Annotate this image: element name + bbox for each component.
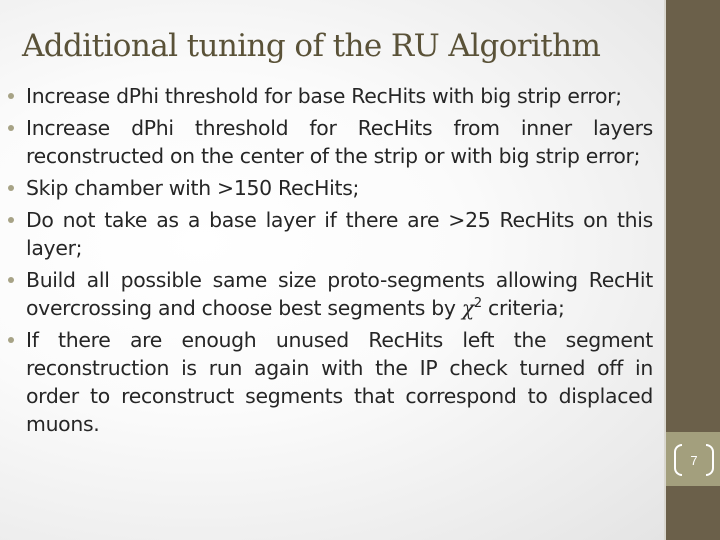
bullet-text: Increase dPhi threshold for base RecHits… [26, 84, 622, 108]
bullet-item: If there are enough unused RecHits left … [8, 326, 653, 438]
bullet-item: Do not take as a base layer if there are… [8, 206, 653, 262]
bullet-icon [8, 217, 14, 223]
page-number-badge: 7 [670, 443, 718, 477]
bullet-item: Increase dPhi threshold for RecHits from… [8, 114, 653, 170]
bullet-item: Build all possible same size proto-segme… [8, 266, 653, 322]
chi-superscript: 2 [473, 296, 482, 312]
right-bracket-icon [705, 444, 714, 476]
page-number: 7 [690, 452, 698, 468]
bullet-text: Do not take as a base layer if there are… [26, 208, 653, 260]
slide-title: Additional tuning of the RU Algorithm [22, 28, 601, 64]
bullet-text-after: criteria; [481, 296, 565, 320]
bullet-icon [8, 337, 14, 343]
chi-symbol: χ [461, 296, 474, 320]
bullet-item: Skip chamber with >150 RecHits; [8, 174, 653, 202]
bullet-item: Increase dPhi threshold for base RecHits… [8, 82, 653, 110]
left-bracket-icon [674, 444, 683, 476]
bullet-icon [8, 93, 14, 99]
bullet-text: If there are enough unused RecHits left … [26, 328, 653, 436]
bullet-icon [8, 185, 14, 191]
bullet-list: Increase dPhi threshold for base RecHits… [8, 82, 653, 442]
bullet-text: Increase dPhi threshold for RecHits from… [26, 116, 653, 168]
bullet-icon [8, 125, 14, 131]
bullet-text: Skip chamber with >150 RecHits; [26, 176, 360, 200]
bullet-icon [8, 277, 14, 283]
